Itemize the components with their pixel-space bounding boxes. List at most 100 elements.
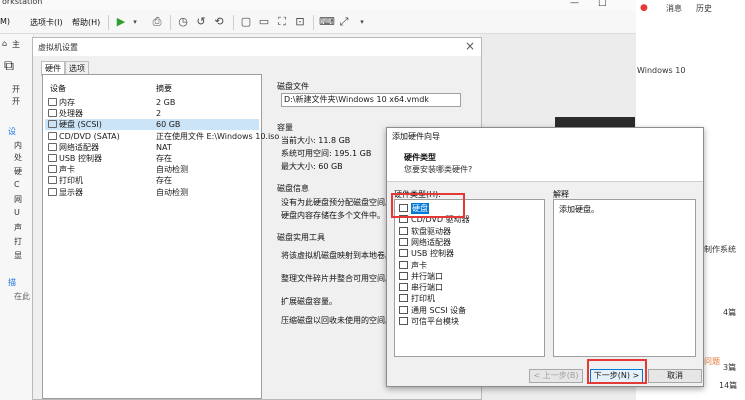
sidebar-item-memory[interactable]: 内 [14, 140, 22, 151]
next-button[interactable]: 下一步(N) > [590, 369, 643, 383]
stretch-icon[interactable]: ⤢ [337, 15, 351, 29]
hardware-type-item[interactable]: CD/DVD 驱动器 [398, 214, 543, 225]
device-summary: 自动检测 [156, 165, 188, 175]
device-row[interactable]: 处理器 2 [45, 108, 259, 119]
home-tab-label[interactable]: 主 [12, 39, 20, 50]
sidebar-item-description[interactable]: 描 [8, 277, 16, 288]
device-row[interactable]: 声卡 自动检测 [45, 164, 259, 175]
hardware-type-item[interactable]: 声卡 [398, 260, 543, 271]
hardware-type-item[interactable]: 软盘驱动器 [398, 226, 543, 237]
serial-port-icon [399, 283, 408, 292]
wizard-title: 添加硬件向导 [392, 132, 440, 141]
library-view-icon[interactable]: ▢ [239, 15, 253, 29]
revert-snapshot-icon[interactable]: ↺ [194, 15, 208, 29]
disk-info-line2: 硬盘内容存储在多个文件中。 [281, 211, 385, 220]
defragment-option[interactable]: 整理文件碎片并整合可用空间。 [281, 273, 393, 284]
sidebar-item-printer[interactable]: 打 [14, 236, 22, 247]
toolbar-separator [170, 15, 171, 30]
capacity-free: 系统可用空间: 195.1 GB [281, 149, 372, 158]
hardware-type-name: 打印机 [411, 294, 435, 304]
count-label-3: 14篇 [719, 381, 738, 390]
device-name: 声卡 [59, 165, 75, 175]
side-text: 制作系统 [704, 245, 736, 254]
unity-icon[interactable]: ⊡ [293, 15, 307, 29]
menu-help[interactable]: 帮助(H) [72, 17, 100, 28]
sound-icon [48, 165, 57, 174]
device-row[interactable]: 网络适配器 NAT [45, 142, 259, 153]
hardware-type-name: CD/DVD 驱动器 [411, 215, 470, 225]
compact-disk-option[interactable]: 压缩磁盘以回收未使用的空间。 [281, 315, 393, 326]
home-icon[interactable]: ⌂ [2, 39, 7, 48]
device-row[interactable]: 打印机 存在 [45, 175, 259, 186]
hardware-type-item[interactable]: 硬盘 [398, 203, 543, 214]
device-row[interactable]: CD/DVD (SATA) 正在使用文件 E:\Windows 10.iso [45, 131, 279, 142]
hardware-type-item[interactable]: 打印机 [398, 293, 543, 304]
device-row[interactable]: USB 控制器 存在 [45, 153, 259, 164]
hardware-type-name: 声卡 [411, 260, 427, 270]
disk-info-label: 磁盘信息 [277, 184, 309, 193]
device-summary: 60 GB [156, 120, 181, 130]
count-label-1: 4篇 [723, 308, 737, 317]
disk-file-field[interactable]: D:\新建文件夹\Windows 10 x64.vmdk [281, 93, 461, 107]
power-on-icon[interactable]: ▶ [114, 15, 128, 29]
menu-vm[interactable]: M) [0, 17, 10, 26]
sidebar-item-power[interactable]: 开 [12, 84, 20, 95]
device-row[interactable]: 内存 2 GB [45, 97, 259, 108]
device-column-header[interactable]: 设备 [50, 83, 66, 94]
toolbar-separator [313, 15, 314, 30]
device-name: 显示器 [59, 187, 83, 197]
processor-icon [48, 109, 57, 118]
menu-tabs[interactable]: 选项卡(I) [30, 17, 63, 28]
hardware-type-item[interactable]: 串行端口 [398, 282, 543, 293]
disk-info-line1: 没有为此硬盘预分配磁盘空间。 [281, 198, 393, 207]
summary-column-header[interactable]: 摘要 [156, 83, 172, 94]
console-icon[interactable]: ⌨ [319, 15, 335, 29]
fullscreen-icon[interactable]: ⛶ [275, 15, 289, 29]
sidebar-item-devices[interactable]: 设 [8, 126, 16, 137]
vm-thumbnail-icon[interactable]: ⧉ [4, 58, 14, 74]
sidebar-item-disk[interactable]: 硬 [14, 166, 22, 177]
bell-icon[interactable]: ● [640, 3, 648, 13]
printer-icon [399, 294, 408, 303]
sidebar-item-power2[interactable]: 开 [12, 96, 20, 107]
hardware-type-name: USB 控制器 [411, 249, 454, 259]
close-icon[interactable]: × [465, 39, 475, 53]
scsi-icon [399, 305, 408, 314]
map-disk-option[interactable]: 将该虚拟机磁盘映射到本地卷。 [281, 250, 393, 261]
hardware-type-name: 网络适配器 [411, 237, 451, 247]
tag-label[interactable]: 问题 [704, 356, 720, 367]
hardware-type-item[interactable]: 网络适配器 [398, 237, 543, 248]
device-row[interactable]: 硬盘 (SCSI) 60 GB [45, 119, 259, 131]
minimize-button[interactable]: — [570, 0, 579, 8]
nav-messages[interactable]: 消息 [666, 3, 682, 14]
hardware-type-item[interactable]: 可信平台模块 [398, 316, 543, 327]
sidebar-item-network[interactable]: 网 [14, 194, 22, 205]
sidebar-item-cd[interactable]: C [14, 180, 20, 189]
nav-history[interactable]: 历史 [696, 3, 712, 14]
sidebar-item-display[interactable]: 显 [14, 250, 22, 261]
device-name: 处理器 [59, 109, 83, 119]
hardware-type-name: 串行端口 [411, 283, 443, 293]
sidebar-item-cpu[interactable]: 处 [14, 152, 22, 163]
single-view-icon[interactable]: ▭ [257, 15, 271, 29]
chevron-down-icon[interactable]: ▾ [128, 15, 142, 29]
sidebar-item-usb[interactable]: U [14, 208, 20, 217]
hardware-type-item[interactable]: 并行端口 [398, 271, 543, 282]
chevron-down-icon[interactable]: ▾ [355, 15, 369, 29]
back-button[interactable]: < 上一步(B) [529, 369, 583, 383]
hardware-type-item[interactable]: 通用 SCSI 设备 [398, 305, 543, 316]
cancel-button[interactable]: 取消 [648, 369, 702, 383]
maximize-button[interactable]: □ [598, 0, 607, 8]
device-row[interactable]: 显示器 自动检测 [45, 187, 259, 198]
description-text: 添加硬盘。 [559, 205, 599, 214]
hardware-type-name: 通用 SCSI 设备 [411, 305, 467, 315]
send-keys-icon[interactable]: ⎙ [150, 15, 164, 29]
sidebar-item-sound[interactable]: 声 [14, 222, 22, 233]
hardware-type-item[interactable]: USB 控制器 [398, 248, 543, 259]
expand-disk-option[interactable]: 扩展磁盘容量。 [281, 296, 337, 307]
snapshot-icon[interactable]: ◷ [176, 15, 190, 29]
wizard-titlebar: 添加硬件向导 [387, 128, 703, 142]
hardware-type-name: 并行端口 [411, 271, 443, 281]
description-box: 添加硬盘。 [553, 199, 696, 357]
snapshot-manager-icon[interactable]: ⟲ [212, 15, 226, 29]
